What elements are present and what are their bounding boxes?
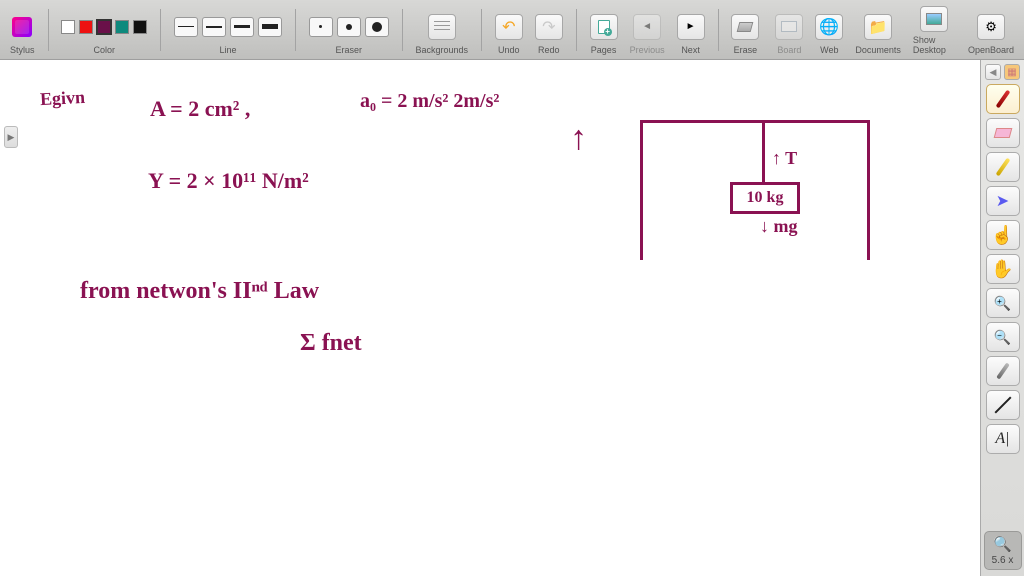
erase-icon[interactable] (731, 14, 759, 40)
backgrounds-icon[interactable] (428, 14, 456, 40)
color-label: Color (94, 45, 116, 55)
color-red[interactable] (79, 20, 93, 34)
pointer-tool-icon[interactable]: ➤ (986, 186, 1020, 216)
showdesktop-label: Show Desktop (913, 35, 956, 55)
tool-group-backgrounds[interactable]: Backgrounds (412, 3, 473, 57)
next-label: Next (681, 45, 700, 55)
separator (160, 9, 161, 51)
eraser-md[interactable] (337, 17, 361, 37)
zoom-out-icon[interactable]: 🔍− (986, 322, 1020, 352)
tool-group-previous[interactable]: ◄ Previous (626, 3, 669, 57)
separator (576, 9, 577, 51)
zoom-indicator[interactable]: 🔍 5.6 x (984, 531, 1022, 570)
pages-icon[interactable]: + (590, 14, 618, 40)
tool-group-stylus: Stylus (6, 3, 39, 57)
tool-group-pages[interactable]: + Pages (586, 3, 622, 57)
tool-group-board[interactable]: Board (771, 3, 807, 57)
undo-icon[interactable]: ↶ (495, 14, 523, 40)
tool-group-openboard[interactable]: ⚙ OpenBoard (964, 3, 1018, 57)
side-collapse[interactable]: ◀ (985, 64, 1001, 80)
separator (481, 9, 482, 51)
ink-rope (762, 122, 765, 182)
hand-point-icon[interactable]: ☝ (986, 220, 1020, 250)
eraser-tool-icon[interactable] (986, 118, 1020, 148)
redo-label: Redo (538, 45, 560, 55)
next-icon[interactable]: ► (677, 14, 705, 40)
stylus-icon[interactable] (12, 17, 32, 37)
openboard-icon[interactable]: ⚙ (977, 14, 1005, 40)
erase-label: Erase (734, 45, 758, 55)
tool-group-documents[interactable]: 📁 Documents (851, 3, 905, 57)
tool-group-erase[interactable]: Erase (727, 3, 763, 57)
color-maroon[interactable] (97, 20, 111, 34)
color-swatches (61, 11, 147, 43)
zoom-mag-icon: 🔍 (993, 535, 1012, 553)
ink-sumline: Σ fnet (300, 330, 362, 357)
eraser-label: Eraser (336, 45, 363, 55)
pages-label: Pages (591, 45, 617, 55)
tool-group-undo[interactable]: ↶ Undo (491, 3, 527, 57)
left-panel-toggle[interactable]: ▶ (4, 126, 18, 148)
ink-area: A = 2 cm² , (150, 96, 250, 122)
line-tool-icon[interactable] (986, 390, 1020, 420)
color-white[interactable] (61, 20, 75, 34)
documents-label: Documents (855, 45, 901, 55)
ink-mg: ↓ mg (760, 216, 798, 237)
tool-group-line: Line (170, 3, 286, 57)
color-black[interactable] (133, 20, 147, 34)
separator (402, 9, 403, 51)
side-toolbar: ◀ ▦ ➤ ☝ ✋ 🔍+ 🔍− A| 🔍 5.6 x (980, 60, 1024, 576)
line-thin[interactable] (174, 17, 198, 37)
ink-gamma: Y = 2 × 10¹¹ N/m² (148, 168, 309, 194)
stylus-label: Stylus (10, 45, 35, 55)
previous-label: Previous (630, 45, 665, 55)
pen-tool-icon[interactable] (986, 84, 1020, 114)
separator (718, 9, 719, 51)
undo-label: Undo (498, 45, 520, 55)
color-teal[interactable] (115, 20, 129, 34)
line-thick[interactable] (230, 17, 254, 37)
ink-big-arrow: ↑ (570, 120, 587, 158)
text-tool-icon[interactable]: A| (986, 424, 1020, 454)
ink-given: Egivn (39, 87, 85, 110)
tool-group-color: Color (57, 3, 151, 57)
ink-mass-label: 10 kg (747, 189, 784, 207)
zoom-value: 5.6 x (992, 555, 1014, 566)
openboard-label: OpenBoard (968, 45, 1014, 55)
separator (48, 9, 49, 51)
top-toolbar: Stylus Color Line Eraser (0, 0, 1024, 60)
tool-group-redo[interactable]: ↷ Redo (531, 3, 567, 57)
tool-group-next[interactable]: ► Next (673, 3, 709, 57)
board-icon[interactable] (775, 14, 803, 40)
backgrounds-label: Backgrounds (416, 45, 469, 55)
showdesktop-icon[interactable] (920, 6, 948, 32)
highlighter-tool-icon[interactable] (986, 152, 1020, 182)
ink-T: ↑ T (772, 148, 797, 169)
ink-mass-box: 10 kg (730, 182, 800, 214)
board-label: Board (777, 45, 801, 55)
line-label: Line (220, 45, 237, 55)
ink-lawline: from netwon's IIⁿᵈ Law (80, 278, 319, 305)
tool-group-showdesktop[interactable]: Show Desktop (909, 3, 960, 57)
line-xthick[interactable] (258, 17, 282, 37)
tool-group-erasersize: Eraser (305, 3, 393, 57)
zoom-in-icon[interactable]: 🔍+ (986, 288, 1020, 318)
whiteboard-canvas[interactable]: ▶ Egivn A = 2 cm² , a₀ = 2 m/s² 2m/s² ↑ … (0, 60, 980, 576)
documents-icon[interactable]: 📁 (864, 14, 892, 40)
side-grid-icon[interactable]: ▦ (1004, 64, 1020, 80)
eraser-sm[interactable] (309, 17, 333, 37)
previous-icon[interactable]: ◄ (633, 14, 661, 40)
line-med[interactable] (202, 17, 226, 37)
separator (295, 9, 296, 51)
ink-a0: a₀ = 2 m/s² 2m/s² (360, 90, 499, 113)
web-label: Web (820, 45, 838, 55)
web-icon[interactable]: 🌐 (815, 14, 843, 40)
tool-group-web[interactable]: 🌐 Web (811, 3, 847, 57)
laser-tool-icon[interactable] (986, 356, 1020, 386)
hand-pan-icon[interactable]: ✋ (986, 254, 1020, 284)
redo-icon[interactable]: ↷ (535, 14, 563, 40)
eraser-lg[interactable] (365, 17, 389, 37)
